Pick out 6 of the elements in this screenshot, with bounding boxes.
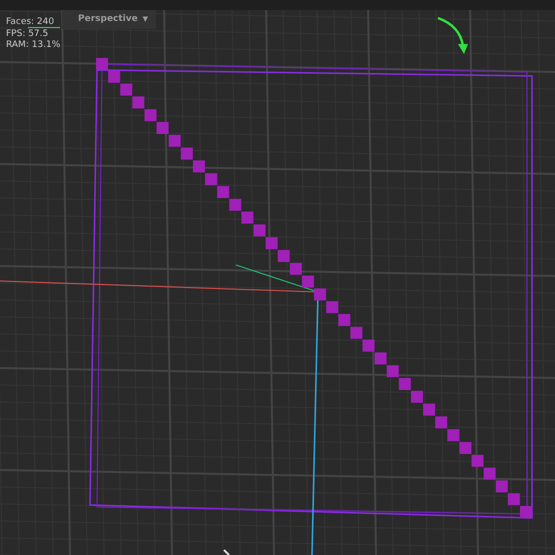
cursor-mark bbox=[223, 549, 230, 555]
stat-text: RAM: 13.1% bbox=[6, 39, 60, 50]
stat-text: Faces: 240 bbox=[6, 16, 56, 27]
stat-text: FPS: 57.5 bbox=[6, 28, 50, 39]
rotate-arrow-icon bbox=[438, 16, 468, 54]
highlight-underline bbox=[28, 27, 60, 28]
